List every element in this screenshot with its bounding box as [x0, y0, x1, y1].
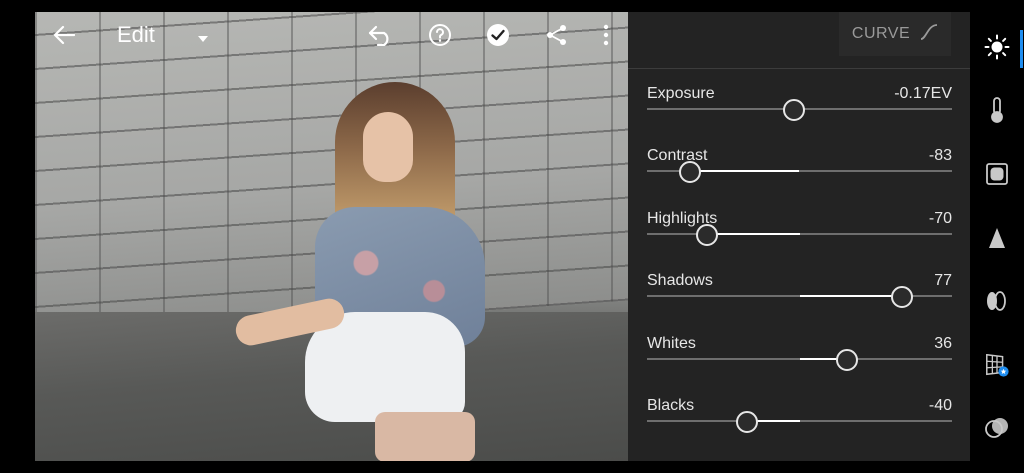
adjustment-label: Contrast	[647, 147, 708, 164]
subject-person	[233, 82, 515, 461]
adjustment-value: -83	[928, 147, 952, 164]
adjustment-value: -0.17EV	[894, 85, 952, 102]
help-icon[interactable]	[427, 22, 453, 48]
light-icon[interactable]	[984, 34, 1010, 60]
adjustment-exposure: Exposure -0.17EV	[647, 85, 952, 140]
panel-divider	[628, 68, 970, 69]
color-temperature-icon[interactable]	[984, 97, 1010, 123]
tool-rail	[970, 12, 1024, 461]
active-tool-indicator	[1020, 30, 1023, 68]
tone-curve-icon	[920, 23, 938, 45]
photo-canvas[interactable]	[35, 12, 628, 461]
adjustment-label: Blacks	[647, 397, 695, 414]
slider-thumb[interactable]	[836, 349, 859, 371]
slider-thumb[interactable]	[735, 411, 758, 433]
effects-frame-icon[interactable]	[984, 161, 1010, 187]
slider-thumb[interactable]	[890, 286, 913, 308]
adjustment-whites: Whites 36	[647, 335, 952, 390]
slider-thumb[interactable]	[783, 99, 806, 121]
detail-triangle-icon[interactable]	[984, 225, 1010, 251]
mode-title[interactable]: Edit	[117, 22, 155, 48]
adjustment-highlights: Highlights -70	[647, 210, 952, 265]
slider-fill	[706, 233, 800, 235]
adjustment-label: Whites	[647, 335, 696, 352]
slider-fill	[689, 170, 800, 172]
adjustment-shadows: Shadows 77	[647, 272, 952, 327]
adjustment-blacks: Blacks -40	[647, 397, 952, 452]
slider-track[interactable]	[647, 233, 952, 235]
adjustment-value: -40	[928, 397, 952, 414]
adjustment-contrast: Contrast -83	[647, 147, 952, 202]
adjustment-value: 77	[934, 272, 952, 289]
adjustment-label: Exposure	[647, 85, 715, 102]
adjustment-label: Shadows	[647, 272, 713, 289]
slider-track[interactable]	[647, 420, 952, 422]
optics-lens-icon[interactable]	[984, 288, 1010, 314]
subject-face	[363, 112, 413, 182]
subject-shoes	[375, 412, 475, 461]
undo-icon[interactable]	[368, 22, 394, 48]
top-bar: Edit	[35, 12, 628, 58]
slider-fill	[799, 295, 902, 297]
presets-circles-icon[interactable]	[984, 415, 1010, 441]
share-icon[interactable]	[544, 22, 570, 48]
slider-thumb[interactable]	[678, 161, 701, 183]
check-circle-icon[interactable]	[485, 22, 511, 48]
geometry-grid-icon[interactable]	[984, 352, 1010, 378]
more-vertical-icon[interactable]	[593, 22, 619, 48]
slider-thumb[interactable]	[695, 224, 718, 246]
caret-down-icon[interactable]	[197, 30, 209, 48]
curve-label: CURVE	[851, 25, 911, 42]
adjustment-value: -70	[928, 210, 952, 227]
arrow-left-icon[interactable]	[51, 22, 77, 48]
curve-button[interactable]: CURVE	[839, 12, 951, 56]
adjustment-value: 36	[934, 335, 952, 352]
